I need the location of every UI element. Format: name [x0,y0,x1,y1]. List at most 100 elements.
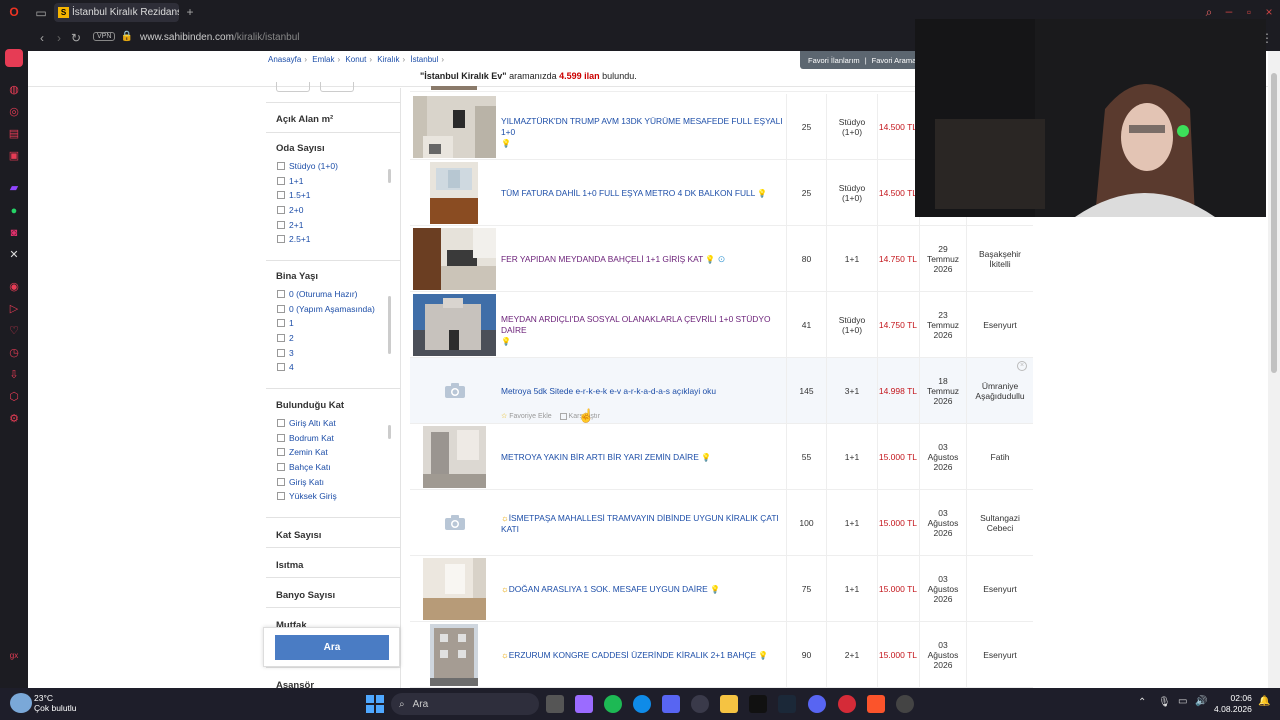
checkbox-option[interactable]: Giriş Katı [266,474,401,489]
listing-title-text[interactable]: YILMAZTÜRK'DN TRUMP AVM 13DK YÜRÜME MESA… [501,116,783,137]
checkbox-icon[interactable] [277,363,285,372]
listing-row[interactable]: ☼İSMETPAŞA MAHALLESİ TRAMVAYIN DİBİNDE U… [410,490,1033,556]
copilot-icon[interactable] [575,695,593,713]
checkbox-icon[interactable] [277,191,285,200]
page-scrollbar[interactable] [1268,51,1280,688]
checkbox-icon[interactable] [277,463,285,472]
breadcrumb-item[interactable]: Emlak [312,55,334,64]
checkbox-icon[interactable] [277,448,285,457]
listing-title-text[interactable]: İSMETPAŞA MAHALLESİ TRAMVAYIN DİBİNDE UY… [501,513,779,534]
url-field[interactable]: www.sahibinden.com/kiralik/istanbul [140,32,300,43]
messages-icon[interactable]: ▤ [0,123,28,145]
tiktok-icon[interactable] [749,695,767,713]
listing-row[interactable]: FER YAPIDAN MEYDANDA BAHÇELİ 1+1 GİRİŞ K… [410,226,1033,292]
edge-icon[interactable] [633,695,651,713]
listing-row[interactable]: ☼ERZURUM KONGRE CADDESİ ÜZERİNDE KİRALIK… [410,622,1033,688]
reload-icon[interactable]: ↻ [67,31,85,45]
listing-photo[interactable] [413,492,496,554]
star-icon[interactable]: ☆ [501,413,507,420]
checkbox-option[interactable]: 0 (Yapım Aşamasında) [266,302,401,317]
checkbox-option[interactable]: Stüdyo (1+0) [266,159,401,174]
checkbox-icon[interactable] [277,334,285,343]
scrollbar-thumb[interactable] [1271,73,1277,373]
filter-scrollbar[interactable] [388,169,391,183]
checkbox-icon[interactable] [277,206,285,215]
checkbox-option[interactable]: 2+1 [266,217,401,232]
add-favorite-link[interactable]: Favoriye Ekle [509,413,551,420]
checkbox-option[interactable]: Zemin Kat [266,445,401,460]
listing-photo[interactable] [423,426,486,488]
task-view-icon[interactable] [546,695,564,713]
listing-row[interactable]: METROYA YAKIN BİR ARTI BİR YARI ZEMİN DA… [410,424,1033,490]
checkbox-option[interactable]: Giriş Altı Kat [266,416,401,431]
clock[interactable]: 02:06 4.08.2026 [1214,693,1252,715]
checkbox-option[interactable]: 4 [266,360,401,375]
listing-title[interactable]: METROYA YAKIN BİR ARTI BİR YARI ZEMİN DA… [501,452,786,463]
checkbox-icon[interactable] [277,304,285,313]
app-icon[interactable] [691,695,709,713]
listing-title-text[interactable]: FER YAPIDAN MEYDANDA BAHÇELİ 1+1 GİRİŞ K… [501,254,703,264]
listing-row[interactable]: Metroya 5dk Sitede e-r-k-e-k e-v a-r-k-a… [410,358,1033,424]
breadcrumb-item[interactable]: İstanbul [410,55,438,64]
breadcrumb-item[interactable]: Kiralık [377,55,399,64]
checkbox-option[interactable]: Bodrum Kat [266,431,401,446]
checkbox-icon[interactable] [277,348,285,357]
whatsapp-icon[interactable]: ● [0,200,28,222]
volume-icon[interactable]: 🔊 [1195,696,1207,707]
instagram-icon[interactable]: ◙ [0,222,28,244]
close-window-icon[interactable]: × [1260,5,1278,19]
listing-photo[interactable] [413,294,496,356]
home-icon[interactable] [5,49,23,67]
listing-title[interactable]: ☼İSMETPAŞA MAHALLESİ TRAMVAYIN DİBİNDE U… [501,513,786,535]
checkbox-icon[interactable] [277,290,285,299]
checkbox-icon[interactable] [277,477,285,486]
checkbox-icon[interactable] [277,319,285,328]
settings-icon[interactable]: ⚙ [0,408,28,430]
listing-title[interactable]: YILMAZTÜRK'DN TRUMP AVM 13DK YÜRÜME MESA… [501,116,786,149]
breadcrumb-item[interactable]: Konut [345,55,366,64]
filter-isitma[interactable]: Isıtma [266,547,401,577]
filter-scrollbar[interactable] [388,425,391,439]
range-min-input[interactable] [276,82,310,92]
range-max-input[interactable] [320,82,354,92]
listing-title[interactable]: MEYDAN ARDIÇLI'DA SOSYAL OLANAKLARLA ÇEV… [501,314,786,347]
checkbox-icon[interactable] [277,433,285,442]
opera-logo-icon[interactable]: O [5,5,23,19]
checkbox-option[interactable]: 0 (Oturuma Hazır) [266,287,401,302]
forward-icon[interactable]: › [50,31,68,45]
listing-title-text[interactable]: Metroya 5dk Sitede e-r-k-e-k e-v a-r-k-a… [501,386,716,396]
active-tab[interactable]: S İstanbul Kiralık Rezidans, V × [54,3,179,22]
checkbox-icon[interactable] [277,235,285,244]
checkbox-option[interactable]: 2+0 [266,203,401,218]
checkbox-icon[interactable] [277,220,285,229]
mail-icon[interactable]: ▣ [0,145,28,167]
discord-icon[interactable] [808,695,826,713]
checkbox-icon[interactable] [277,176,285,185]
checkbox-icon[interactable] [277,492,285,501]
notification-icon[interactable]: 🔔 [1258,696,1270,707]
listing-row[interactable]: MEYDAN ARDIÇLI'DA SOSYAL OLANAKLARLA ÇEV… [410,292,1033,358]
player-icon[interactable]: ▷ [0,298,28,320]
filter-banyo-sayisi[interactable]: Banyo Sayısı [266,577,401,607]
listing-title-text[interactable]: TÜM FATURA DAHİL 1+0 FULL EŞYA METRO 4 D… [501,188,755,198]
listing-title[interactable]: ☼DOĞAN ARASLIYA 1 SOK. MESAFE UYGUN DAİR… [501,584,786,595]
vpn-badge[interactable]: VPN [93,32,116,41]
filter-title[interactable]: Bulunduğu Kat [266,389,401,411]
listing-photo[interactable] [413,96,496,158]
listing-photo[interactable] [430,624,478,686]
compare-checkbox[interactable] [559,412,567,420]
listing-title-text[interactable]: METROYA YAKIN BİR ARTI BİR YARI ZEMİN DA… [501,452,699,462]
twitch-icon[interactable]: ▰ [0,177,28,199]
checkbox-icon[interactable] [277,419,285,428]
app2-icon[interactable] [896,695,914,713]
filter-acik-alan[interactable]: Açık Alan m² [266,102,401,132]
minimize-icon[interactable]: – [1220,4,1238,18]
listing-title[interactable]: ☼ERZURUM KONGRE CADDESİ ÜZERİNDE KİRALIK… [501,650,786,661]
listing-title-text[interactable]: DOĞAN ARASLIYA 1 SOK. MESAFE UYGUN DAİRE [509,584,708,594]
listing-photo[interactable] [423,558,486,620]
checkbox-option[interactable]: 2.5+1 [266,232,401,247]
opera-gx-icon[interactable] [838,695,856,713]
extensions-icon[interactable]: ⬡ [0,386,28,408]
aria-icon[interactable]: ◍ [0,79,28,101]
listing-row[interactable]: ☼DOĞAN ARASLIYA 1 SOK. MESAFE UYGUN DAİR… [410,556,1033,622]
